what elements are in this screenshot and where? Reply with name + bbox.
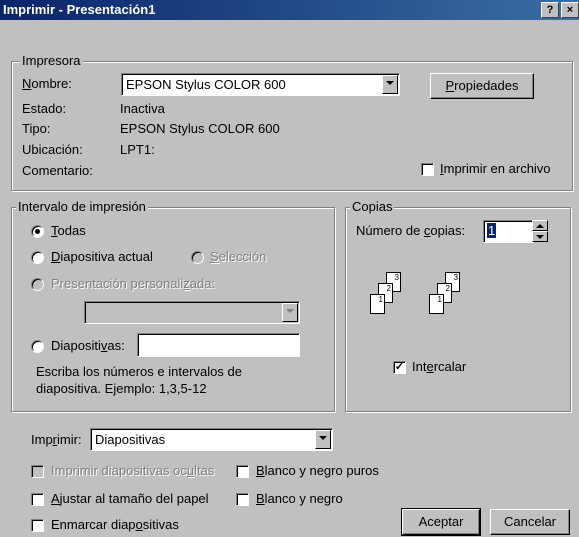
help-button[interactable]: ? [541,2,559,18]
chevron-down-icon[interactable] [382,75,398,94]
black-white-checkbox[interactable] [236,493,249,506]
chevron-down-icon [282,303,298,322]
print-what-value: Diapositivas [95,432,166,447]
scale-to-fit-checkbox[interactable] [31,493,44,506]
close-button[interactable]: × [561,2,579,18]
radio-custom-show [31,278,44,291]
radio-slides-label[interactable]: Diapositivas: [51,338,125,353]
type-label: Tipo: [22,121,51,136]
frame-slides-checkbox[interactable] [31,519,44,532]
copies-count-value: 1 [487,223,497,238]
range-hint-line1: Escriba los números e intervalos de [36,364,242,379]
page-icon: 1 [429,294,444,314]
print-hidden-slides-label: Imprimir diapositivas ocultas [51,463,215,478]
copies-count-input[interactable]: 1 [483,220,534,243]
copies-spin-down[interactable] [532,231,548,242]
collate-label[interactable]: Intercalar [412,359,466,374]
page-icon: 1 [370,294,385,314]
radio-current-slide[interactable] [31,251,44,264]
radio-selection [191,251,204,264]
range-hint-line2: diapositiva. Ejemplo: 1,3,5-12 [36,381,207,396]
radio-all[interactable] [31,225,44,238]
arrow-down-icon [536,235,544,239]
radio-current-slide-label[interactable]: Diapositiva actual [51,249,153,264]
black-white-label[interactable]: Blanco y negro [256,491,343,506]
copies-spin-up[interactable] [532,220,548,231]
print-what-dropdown[interactable]: Diapositivas [90,428,333,451]
print-range-legend: Intervalo de impresión [16,199,148,214]
radio-all-label[interactable]: Todas [51,223,86,238]
cancel-button[interactable]: Cancelar [490,509,570,535]
location-value: LPT1: [120,142,155,157]
printer-name-value: EPSON Stylus COLOR 600 [126,77,286,92]
slides-range-input[interactable] [137,333,300,357]
custom-show-dropdown [84,301,300,324]
arrow-up-icon [536,224,544,228]
type-value: EPSON Stylus COLOR 600 [120,121,280,136]
collate-checkbox[interactable]: ✓ [393,361,406,374]
title-bar: Imprimir - Presentación1 ? × [0,0,579,20]
chevron-down-icon[interactable] [315,430,331,449]
ok-button[interactable]: Aceptar [401,508,481,536]
scale-to-fit-label[interactable]: Ajustar al tamaño del papel [51,491,209,506]
status-value: Inactiva [120,101,165,116]
pure-black-white-checkbox[interactable] [236,465,249,478]
printer-name-label: Nombre: [22,76,72,91]
radio-slides[interactable] [31,340,44,353]
print-to-file-checkbox[interactable] [421,163,434,176]
location-label: Ubicación: [22,142,83,157]
print-to-file-label[interactable]: Imprimir en archivo [440,161,551,176]
frame-slides-label[interactable]: Enmarcar diapositivas [51,517,179,532]
properties-button[interactable]: Propiedades [430,73,534,99]
print-what-label: Imprimir: [31,432,82,447]
copies-legend: Copias [350,199,395,214]
window-title: Imprimir - Presentación1 [3,2,156,17]
printer-name-dropdown[interactable]: EPSON Stylus COLOR 600 [121,73,400,96]
pure-black-white-label[interactable]: Blanco y negro puros [256,463,379,478]
copies-count-label: Número de copias: [356,223,466,238]
radio-custom-show-label: Presentación personalizada: [51,276,216,291]
comment-label: Comentario: [22,163,93,178]
status-label: Estado: [22,101,67,116]
printer-group-legend: Impresora [20,53,83,68]
print-hidden-slides-checkbox [31,465,44,478]
radio-selection-label: Selección [210,249,267,264]
